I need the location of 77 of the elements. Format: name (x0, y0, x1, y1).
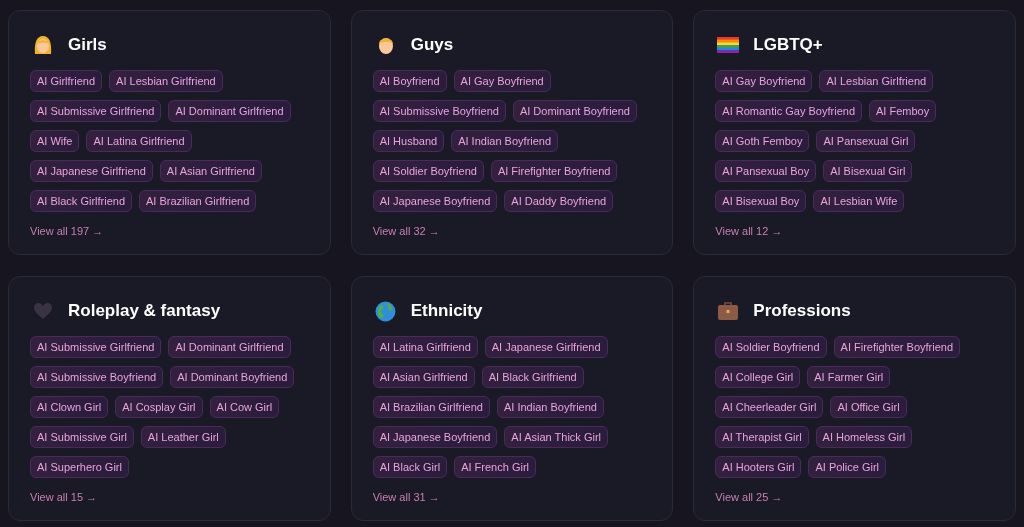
globe-icon (375, 300, 397, 322)
tag-chip[interactable]: AI Office Girl (830, 396, 907, 418)
tag-chip[interactable]: AI Leather Girl (140, 426, 226, 448)
tag-chip[interactable]: AI Gay Boyfriend (453, 70, 551, 92)
tag-chip[interactable]: AI Boyfriend (372, 70, 447, 92)
tag-chip[interactable]: AI Lesbian Girlfriend (819, 70, 934, 92)
category-title: Professions (753, 300, 851, 323)
tag-chip[interactable]: AI Clown Girl (30, 396, 109, 418)
tag-chip[interactable]: AI Asian Thick Girl (504, 426, 608, 448)
tag-chip[interactable]: AI Asian Girlfriend (159, 160, 262, 182)
tag-chip[interactable]: AI College Girl (715, 366, 801, 388)
tag-chip[interactable]: AI Lesbian Girlfriend (109, 70, 223, 92)
tag-chip[interactable]: AI Black Girl (372, 456, 448, 478)
tag-chip[interactable]: AI French Girl (454, 456, 537, 478)
view-all-link[interactable]: View all 15 → (30, 489, 98, 506)
tag-chip[interactable]: AI Japanese Girlfriend (484, 336, 608, 358)
tag-chip[interactable]: AI Hooters Girl (715, 456, 802, 478)
tag-chip[interactable]: AI Cow Girl (209, 396, 280, 418)
tag-chip[interactable]: AI Romantic Gay Boyfriend (715, 100, 862, 122)
view-all-link[interactable]: View all 31 → (372, 489, 440, 506)
tag-chip[interactable]: AI Submissive Girl (30, 426, 134, 448)
tag-chip[interactable]: AI Japanese Boyfriend (372, 190, 498, 212)
view-all-link[interactable]: View all 32 → (372, 223, 440, 240)
tag-chip[interactable]: AI Black Girlfriend (30, 190, 133, 212)
tag-chip[interactable]: AI Dominant Boyfriend (512, 100, 637, 122)
tag-chip[interactable]: AI Submissive Boyfriend (30, 366, 164, 388)
tag-chip[interactable]: AI Husband (372, 130, 445, 152)
tag-chip[interactable]: AI Firefighter Boyfriend (833, 336, 961, 358)
category-title: Girls (68, 34, 107, 57)
category-title: Roleplay & fantasy (68, 300, 221, 323)
tag-chip[interactable]: AI Daddy Boyfriend (504, 190, 614, 212)
tag-chip[interactable]: AI Goth Femboy (715, 130, 810, 152)
tag-chip[interactable]: AI Cheerleader Girl (715, 396, 824, 418)
tag-chip[interactable]: AI Asian Girlfriend (372, 366, 475, 388)
category-title: Ethnicity (410, 300, 483, 323)
category-title: Guys (410, 34, 454, 57)
tag-chip[interactable]: AI Femboy (869, 100, 937, 122)
category-title: LGBTQ+ (753, 34, 823, 57)
view-all-link[interactable]: View all 12 → (715, 223, 783, 240)
tag-chip[interactable]: AI Latina Girlfriend (86, 130, 192, 152)
tag-chip[interactable]: AI Pansexual Girl (816, 130, 916, 152)
tag-chip[interactable]: AI Indian Boyfriend (451, 130, 559, 152)
tag-chip[interactable]: AI Brazilian Girlfriend (139, 190, 257, 212)
tag-chip[interactable]: AI Soldier Boyfriend (715, 336, 827, 358)
tag-chip[interactable]: AI Japanese Girlfriend (30, 160, 153, 182)
tag-chip[interactable]: AI Superhero Girl (30, 456, 129, 478)
tag-chip[interactable]: AI Latina Girlfriend (372, 336, 478, 358)
tag-chip[interactable]: AI Submissive Girlfriend (30, 100, 162, 122)
view-all-link[interactable]: View all 197 → (30, 223, 104, 240)
tag-chip[interactable]: AI Farmer Girl (807, 366, 891, 388)
tag-chip[interactable]: AI Lesbian Wife (813, 190, 905, 212)
tag-chip[interactable]: AI Police Girl (808, 456, 887, 478)
tag-chip[interactable]: AI Indian Boyfriend (497, 396, 604, 418)
rainbow-flag-icon (717, 37, 740, 53)
tag-chip[interactable]: AI Submissive Girlfriend (30, 336, 162, 358)
tag-chip[interactable]: AI Dominant Girlfriend (168, 100, 291, 122)
tag-chip[interactable]: AI Gay Boyfriend (715, 70, 813, 92)
tag-chip[interactable]: AI Black Girlfriend (481, 366, 584, 388)
briefcase-icon (717, 301, 740, 321)
tag-chip[interactable]: AI Cosplay Girl (115, 396, 203, 418)
tag-chip[interactable]: AI Dominant Girlfriend (168, 336, 291, 358)
tag-chip[interactable]: AI Pansexual Boy (715, 160, 817, 182)
tag-chip[interactable]: AI Girlfriend (30, 70, 103, 92)
blonde-person-icon (32, 34, 54, 56)
tag-chip[interactable]: AI Japanese Boyfriend (372, 426, 498, 448)
tag-chip[interactable]: AI Firefighter Boyfriend (490, 160, 618, 182)
view-all-link[interactable]: View all 25 → (715, 489, 783, 506)
tag-chip[interactable]: AI Wife (30, 130, 80, 152)
tag-chip[interactable]: AI Dominant Boyfriend (170, 366, 295, 388)
heart-icon (33, 302, 53, 320)
tag-chip[interactable]: AI Therapist Girl (715, 426, 809, 448)
tag-chip[interactable]: AI Submissive Boyfriend (372, 100, 506, 122)
tag-chip[interactable]: AI Bisexual Boy (715, 190, 807, 212)
tag-chip[interactable]: AI Homeless Girl (815, 426, 913, 448)
tag-chip[interactable]: AI Bisexual Girl (823, 160, 913, 182)
tag-chip[interactable]: AI Soldier Boyfriend (372, 160, 484, 182)
tag-chip[interactable]: AI Brazilian Girlfriend (372, 396, 490, 418)
